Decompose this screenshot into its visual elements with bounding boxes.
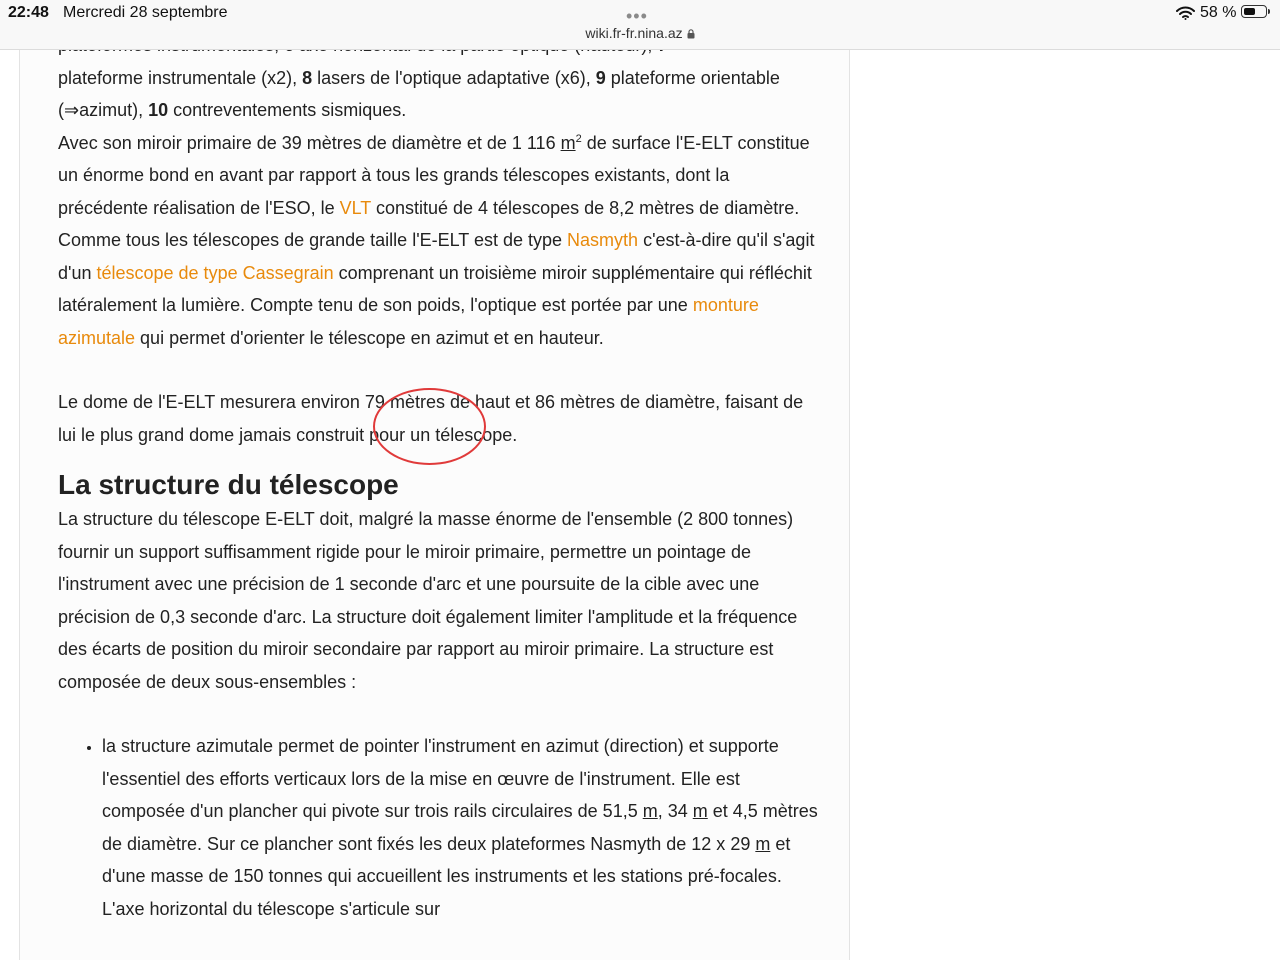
link-telescope-cassegrain[interactable]: télescope de type Cassegrain — [96, 263, 333, 283]
unit-m-link[interactable]: m — [693, 801, 708, 821]
address-bar[interactable]: wiki.fr-fr.nina.az — [0, 25, 1280, 42]
status-bar: 22:48 Mercredi 28 septembre ••• wiki.fr-… — [0, 0, 1280, 50]
paragraph-structure: La structure du télescope E-ELT doit, ma… — [58, 509, 798, 692]
structure-list: la structure azimutale permet de pointer… — [58, 730, 818, 925]
article-column: plateformes instrumentales, 6 axe horizo… — [19, 0, 850, 960]
unit-m-link[interactable]: m — [643, 801, 658, 821]
lock-icon — [687, 26, 695, 42]
article-body: plateformes instrumentales, 6 axe horizo… — [58, 29, 818, 925]
more-dots-icon[interactable]: ••• — [626, 6, 648, 27]
link-nasmyth[interactable]: Nasmyth — [567, 230, 638, 250]
url-text: wiki.fr-fr.nina.az — [585, 25, 683, 41]
battery-tip — [1268, 9, 1270, 14]
page-viewport: plateformes instrumentales, 6 axe horizo… — [0, 0, 1280, 960]
red-circle-annotation — [373, 388, 486, 465]
battery-percentage: 58 % — [1200, 4, 1237, 21]
battery-icon — [1241, 5, 1267, 18]
status-date: Mercredi 28 septembre — [63, 4, 228, 21]
paragraph-miroir-primaire: Avec son miroir primaire de 39 mètres de… — [58, 132, 815, 348]
link-vlt[interactable]: VLT — [340, 198, 371, 218]
wifi-icon — [1176, 6, 1195, 25]
status-time: 22:48 — [8, 4, 49, 21]
battery-level-fill — [1244, 8, 1256, 15]
list-item: la structure azimutale permet de pointer… — [102, 730, 818, 925]
unit-m-link[interactable]: m — [755, 834, 770, 854]
unit-m-link[interactable]: m — [561, 133, 576, 153]
